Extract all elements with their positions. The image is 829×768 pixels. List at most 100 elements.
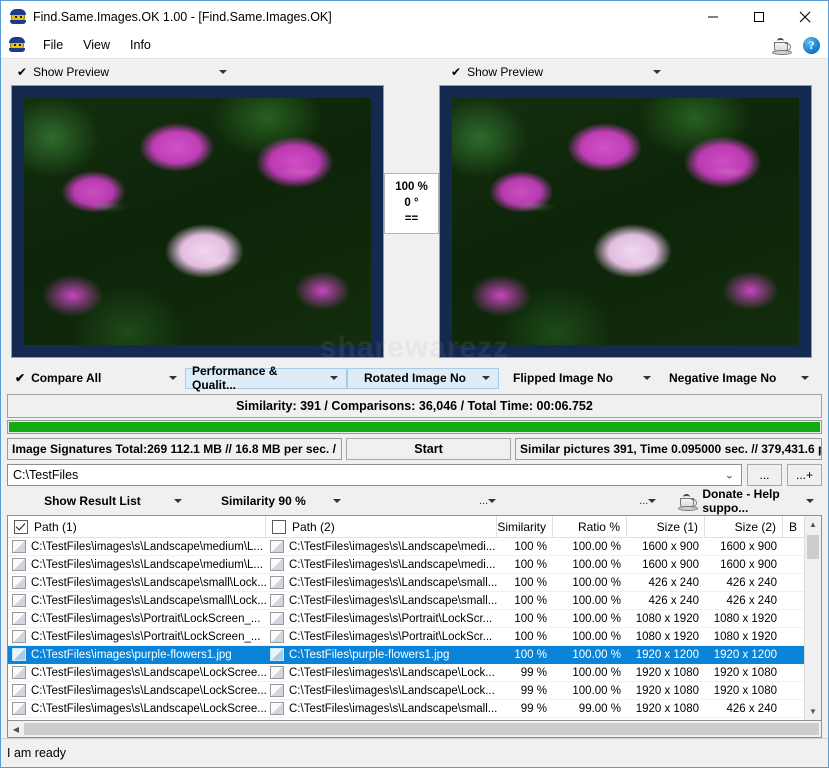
chevron-down-icon[interactable] (332, 499, 341, 503)
thumbnail-icon[interactable] (270, 612, 284, 625)
thumbnail-icon[interactable] (12, 648, 26, 661)
help-icon[interactable]: ? (803, 36, 820, 54)
option-compare-all[interactable]: ✔ Compare All (7, 367, 185, 389)
scroll-down-icon[interactable]: ▼ (805, 703, 821, 720)
start-button[interactable]: Start (346, 438, 511, 460)
thumbnail-icon[interactable] (270, 648, 284, 661)
show-result-list-combo[interactable]: Show Result List (7, 490, 190, 512)
cell-path1: C:\TestFiles\images\s\Landscape\LockScre… (8, 664, 266, 681)
cell-ratio: 100.00 % (553, 610, 627, 627)
menu-item-file[interactable]: File (33, 35, 73, 55)
maximize-button[interactable] (736, 1, 782, 32)
vertical-scroll-thumb[interactable] (807, 535, 819, 559)
table-row[interactable]: C:\TestFiles\images\s\Landscape\medium\L… (8, 538, 821, 556)
table-row[interactable]: C:\TestFiles\images\s\Landscape\small\Lo… (8, 574, 821, 592)
scroll-up-icon[interactable]: ▲ (805, 516, 821, 533)
thumbnail-icon[interactable] (270, 594, 284, 607)
cell-path2: C:\TestFiles\images\s\Landscape\small... (266, 700, 497, 717)
select-all-path2-checkbox[interactable] (272, 519, 286, 534)
chevron-down-icon[interactable] (173, 499, 182, 503)
cell-size1: 1920 x 1200 (627, 646, 705, 663)
cell-similarity-text: 100 % (514, 576, 547, 589)
thumbnail-icon[interactable] (12, 594, 26, 607)
cell-path2-text: C:\TestFiles\images\s\Landscape\small... (289, 702, 497, 715)
chevron-down-icon[interactable] (169, 376, 177, 380)
chevron-down-icon[interactable] (330, 376, 338, 380)
coffee-cup-icon[interactable] (772, 37, 792, 55)
show-preview-left[interactable]: ✔ Show Preview (9, 61, 235, 82)
menu-item-view[interactable]: View (73, 35, 120, 55)
chevron-down-icon[interactable] (488, 499, 497, 503)
thumbnail-icon[interactable] (12, 666, 26, 679)
cell-size2: 1080 x 1920 (705, 628, 783, 645)
column-header-path2[interactable]: Path (2) (266, 516, 497, 537)
thumbnail-icon[interactable] (270, 666, 284, 679)
thumbnail-icon[interactable] (270, 684, 284, 697)
show-preview-right[interactable]: ✔ Show Preview (443, 61, 669, 82)
column-header-size2[interactable]: Size (2) (705, 516, 783, 537)
table-row[interactable]: C:\TestFiles\images\s\Landscape\LockScre… (8, 682, 821, 700)
results-vertical-scrollbar[interactable]: ▲ ▼ (804, 516, 821, 720)
scroll-left-icon[interactable]: ◀ (8, 722, 24, 736)
column-header-size1[interactable]: Size (1) (627, 516, 705, 537)
thumbnail-icon[interactable] (270, 540, 284, 553)
thumbnail-icon[interactable] (12, 684, 26, 697)
thumbnail-icon[interactable] (12, 540, 26, 553)
column-header-path1[interactable]: Path (1) (8, 516, 266, 537)
cell-similarity-text: 99 % (520, 702, 547, 715)
results-table: Path (1) Path (2) Similarity Ratio % Siz… (7, 515, 822, 721)
chevron-down-icon[interactable] (801, 376, 809, 380)
close-button[interactable] (782, 1, 828, 32)
preview-toolbar-row: ✔ Show Preview ✔ Show Preview (1, 59, 828, 85)
check-icon: ✔ (17, 64, 28, 79)
table-row[interactable]: C:\TestFiles\images\s\Portrait\LockScree… (8, 628, 821, 646)
thumbnail-icon[interactable] (270, 558, 284, 571)
cell-path1-text: C:\TestFiles\images\s\Portrait\LockScree… (31, 630, 261, 643)
donate-button[interactable]: Donate - Help suppo... (678, 487, 822, 515)
folder-path-input[interactable]: C:\TestFiles ⌄ (7, 464, 742, 486)
thumbnail-icon[interactable] (270, 702, 284, 715)
chevron-down-icon[interactable]: ⌄ (725, 469, 734, 482)
thumbnail-icon[interactable] (270, 630, 284, 643)
image-preview-left[interactable] (11, 85, 384, 358)
browse-folder-button[interactable]: ... (747, 464, 782, 486)
table-row[interactable]: C:\TestFiles\images\s\Portrait\LockScree… (8, 610, 821, 628)
chevron-down-icon[interactable] (482, 376, 490, 380)
chevron-down-icon[interactable] (648, 499, 657, 503)
cell-size1: 1080 x 1920 (627, 628, 705, 645)
chevron-down-icon[interactable] (219, 69, 227, 74)
chevron-down-icon[interactable] (806, 499, 814, 503)
column-header-path2-label: Path (2) (292, 519, 335, 534)
cell-size2: 426 x 240 (705, 718, 783, 720)
extra-options-combo-1[interactable]: ... (479, 495, 504, 507)
option-performance-quality[interactable]: Performance & Qualit... (185, 364, 347, 392)
results-horizontal-scrollbar[interactable]: ◀ (7, 721, 822, 738)
table-row[interactable]: C:\TestFiles\images\s\Landscape\LockScre… (8, 718, 821, 720)
table-row[interactable]: C:\TestFiles\images\s\Landscape\LockScre… (8, 664, 821, 682)
image-preview-right[interactable] (439, 85, 812, 358)
thumbnail-icon[interactable] (12, 612, 26, 625)
column-header-ratio[interactable]: Ratio % (553, 516, 627, 537)
table-row[interactable]: C:\TestFiles\images\s\Landscape\small\Lo… (8, 592, 821, 610)
table-row[interactable]: C:\TestFiles\images\purple-flowers1.jpg C… (8, 646, 821, 664)
horizontal-scroll-thumb[interactable] (24, 723, 819, 735)
option-rotated-image[interactable]: Rotated Image No (347, 367, 499, 389)
thumbnail-icon[interactable] (270, 576, 284, 589)
column-header-similarity[interactable]: Similarity (497, 516, 553, 537)
thumbnail-icon[interactable] (12, 630, 26, 643)
select-all-path1-checkbox[interactable] (14, 519, 28, 534)
add-folder-button[interactable]: ...+ (787, 464, 822, 486)
option-negative-image[interactable]: Negative Image No (659, 367, 817, 389)
thumbnail-icon[interactable] (12, 702, 26, 715)
thumbnail-icon[interactable] (12, 558, 26, 571)
table-row[interactable]: C:\TestFiles\images\s\Landscape\medium\L… (8, 556, 821, 574)
menu-item-info[interactable]: Info (120, 35, 161, 55)
minimize-button[interactable] (690, 1, 736, 32)
option-flipped-image[interactable]: Flipped Image No (499, 367, 659, 389)
extra-options-combo-2[interactable]: ... (639, 495, 664, 507)
table-row[interactable]: C:\TestFiles\images\s\Landscape\LockScre… (8, 700, 821, 718)
chevron-down-icon[interactable] (653, 69, 661, 74)
chevron-down-icon[interactable] (643, 376, 651, 380)
similarity-filter-combo[interactable]: Similarity 90 % (190, 490, 349, 512)
thumbnail-icon[interactable] (12, 576, 26, 589)
